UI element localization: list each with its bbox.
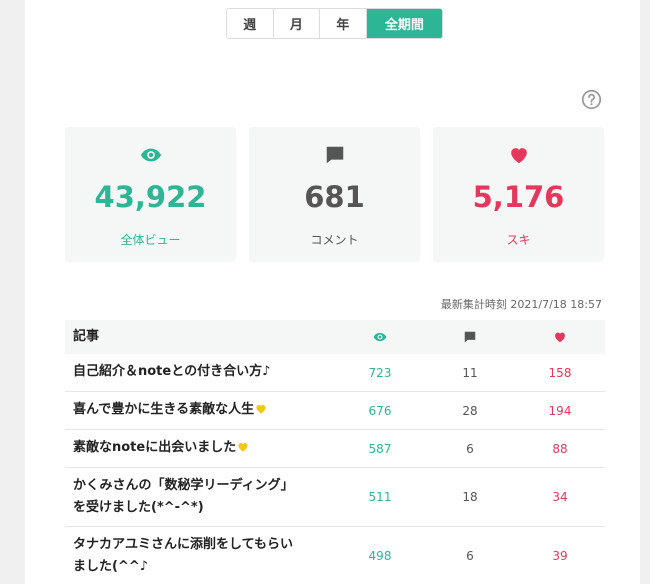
article-views: 676 [368,403,392,418]
article-views: 511 [368,490,392,504]
article-title[interactable]: 自己紹介＆noteとの付き合い方♪ [65,361,335,383]
article-title[interactable]: 喜んで豊かに生きる素敵な人生 [65,399,335,421]
comments-count: 681 [304,180,365,214]
comment-icon [464,332,476,343]
article-views: 498 [368,549,392,563]
likes-card: 5,176 スキ [433,127,604,262]
article-likes: 34 [552,490,568,504]
eye-icon [373,333,387,342]
views-label: 全体ビュー [120,233,181,247]
article-likes: 194 [548,403,572,418]
stats-panel: 週 月 年 全期間 43,922 全体ビュー 681 コメント 5,176 スキ… [25,0,640,584]
article-views: 587 [368,441,392,456]
article-likes: 158 [548,365,572,380]
article-comments: 28 [462,403,478,418]
heart-icon [510,148,527,164]
views-count: 43,922 [94,180,207,214]
table-row[interactable]: 自己紹介＆noteとの付き合い方♪ 723 11 158 [65,354,605,392]
period-tabs: 週 月 年 全期間 [226,8,443,39]
header-views [335,330,425,345]
stat-cards: 43,922 全体ビュー 681 コメント 5,176 スキ [65,127,604,262]
table-header: 記事 [65,320,605,354]
heart-icon [555,332,565,343]
article-comments: 6 [466,441,474,456]
help-icon[interactable] [581,89,602,110]
comments-label: コメント [310,233,359,247]
article-comments: 11 [462,365,478,380]
likes-label: スキ [506,233,531,247]
article-title[interactable]: 素敵なnoteに出会いました [65,437,335,459]
table-row[interactable]: タナカアユミさんに添削をしてもらい ました(^^♪ 498 6 39 [65,527,605,584]
article-stats-table: 記事 自己紹介＆noteとの付き合い方♪ 723 11 158 喜んで豊かに生き… [65,320,605,584]
tab-year[interactable]: 年 [320,9,367,38]
likes-count: 5,176 [472,180,565,214]
header-comments [425,330,515,345]
article-title[interactable]: タナカアユミさんに添削をしてもらい ました(^^♪ [65,534,335,578]
views-card: 43,922 全体ビュー [65,127,236,262]
article-likes: 88 [552,441,568,456]
article-comments: 6 [466,549,474,563]
yellow-heart-icon [238,443,248,452]
article-likes: 39 [552,549,568,563]
comments-card: 681 コメント [249,127,420,262]
tab-month[interactable]: 月 [273,9,321,38]
article-title[interactable]: かくみさんの「数秘学リーディング」 を受けました(*^-^*) [65,475,335,519]
eye-icon [140,148,161,162]
table-row[interactable]: 素敵なnoteに出会いました 587 6 88 [65,430,605,468]
table-row[interactable]: かくみさんの「数秘学リーディング」 を受けました(*^-^*) 511 18 3… [65,468,605,527]
article-comments: 18 [462,490,478,504]
tab-week[interactable]: 週 [227,9,274,38]
yellow-heart-icon [256,405,266,414]
header-article: 記事 [73,328,100,344]
header-likes [515,330,605,345]
last-updated: 最新集計時刻 2021/7/18 18:57 [440,298,602,311]
table-row[interactable]: 喜んで豊かに生きる素敵な人生 676 28 194 [65,392,605,430]
tab-all-time[interactable]: 全期間 [366,9,442,38]
article-views: 723 [368,365,392,380]
comment-icon [326,146,343,164]
